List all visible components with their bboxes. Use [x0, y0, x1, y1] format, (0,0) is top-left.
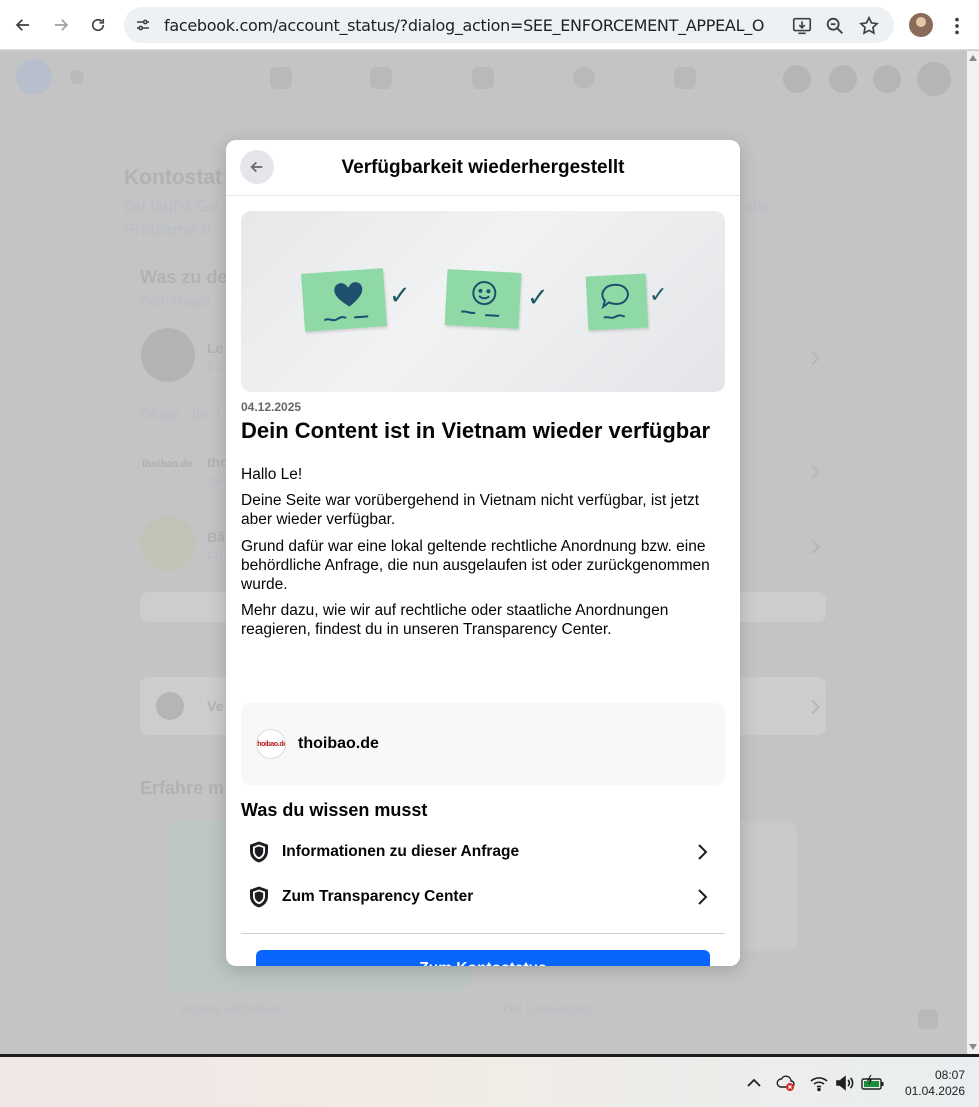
link-label: Informationen zu dieser Anfrage [282, 843, 520, 860]
zoom-icon[interactable] [824, 15, 846, 37]
clock-time: 08:07 [934, 1068, 965, 1082]
bg-caption-right: Die Umsetzung [503, 1001, 592, 1016]
bg-chevron-3 [805, 539, 821, 555]
bg-subtitle-right: alle [744, 197, 771, 216]
url-text[interactable]: facebook.com/account_status/?dialog_acti… [164, 16, 764, 35]
link-transparency-center[interactable]: Zum Transparency Center [241, 877, 725, 917]
cloud-error-icon[interactable] [776, 1074, 796, 1092]
page-logo: thoibao.de [256, 729, 286, 759]
notice-paragraph-1: Deine Seite war vorübergehend in Vietnam… [241, 492, 700, 528]
bg-learn-title: Erfahre m [140, 778, 225, 798]
clock-date: 01.04.2026 [904, 1084, 965, 1098]
dialog-title: Verfügbarkeit wiederhergestellt [341, 157, 625, 178]
compose-icon [918, 1009, 938, 1029]
appeal-outcome-dialog: Verfügbarkeit wiederhergestellt ✓ ✓ ✓ 04… [226, 140, 740, 966]
notice-paragraph-3: Mehr dazu, wie wir auf rechtliche oder s… [241, 602, 669, 638]
shield-icon [250, 841, 268, 863]
sticky-note-speech [585, 273, 649, 331]
battery-icon[interactable] [861, 1074, 885, 1092]
forward-arrow-icon[interactable] [45, 9, 77, 41]
divider [241, 933, 725, 934]
bg-avatar-1 [141, 328, 195, 382]
chevron-up-icon[interactable] [744, 1074, 764, 1092]
bg-section-sub: Dein Haupt [140, 293, 211, 309]
bg-caption-left: Unsere Richtlinien [180, 1001, 286, 1016]
shield-icon [250, 886, 268, 908]
arrow-left-icon [250, 161, 263, 173]
bookmark-star-icon[interactable] [858, 15, 880, 37]
bg-chevron-2 [805, 464, 821, 480]
volume-icon[interactable] [835, 1074, 855, 1092]
dialog-header: Verfügbarkeit wiederhergestellt [226, 140, 740, 196]
page-scrollbar[interactable] [967, 51, 979, 1054]
sticky-note-heart [301, 268, 387, 332]
sticky-note-smiley [444, 269, 522, 329]
more-menu-icon[interactable] [946, 15, 968, 37]
search-icon [70, 70, 84, 84]
page-name: thoibao.de [298, 735, 379, 752]
bg-subtitle-2: Probleme b [124, 220, 211, 239]
notice-paragraph-2: Grund dafür war eine lokal geltende rech… [241, 538, 710, 593]
gaming-icon [674, 67, 696, 89]
bg-page-title: Kontostat [124, 166, 222, 189]
home-icon [270, 67, 292, 89]
check-icon-1: ✓ [389, 281, 411, 311]
back-arrow-icon[interactable] [7, 9, 39, 41]
browser-toolbar: facebook.com/account_status/?dialog_acti… [0, 0, 979, 50]
reload-icon[interactable] [82, 9, 114, 41]
page-background: Kontostat Du läufst Ge alle Probleme b W… [0, 51, 967, 1054]
bg-row1-b: Fü [207, 360, 223, 375]
notice-date: 04.12.2025 [241, 400, 302, 414]
menu-grid-icon [783, 65, 811, 93]
site-settings-icon[interactable] [134, 16, 152, 34]
bg-row2-logo: thoibao.de [142, 459, 193, 470]
bg-row4-a: Ve [207, 698, 224, 714]
video-icon [370, 67, 392, 89]
hero-illustration: ✓ ✓ ✓ [241, 211, 725, 392]
messenger-icon [829, 65, 857, 93]
bg-clock-icon [156, 692, 184, 720]
bg-things: Dinge, die d [140, 406, 221, 423]
account-status-button[interactable]: Zum Kontostatus [256, 950, 710, 966]
section-title: Was du wissen musst [241, 800, 428, 820]
bg-row2-b: Se [207, 474, 223, 489]
chevron-right-icon [698, 844, 708, 860]
scroll-up-icon[interactable] [969, 55, 977, 61]
bg-chevron-1 [805, 350, 821, 366]
bg-row3-b: Fü [207, 549, 223, 564]
affected-page-card[interactable]: thoibao.de thoibao.de [241, 703, 725, 785]
marketplace-icon [472, 67, 494, 89]
link-request-info[interactable]: Informationen zu dieser Anfrage [241, 832, 725, 872]
bg-row3-a: Bầ [207, 529, 225, 545]
notice-heading: Dein Content ist in Vietnam wieder verfü… [241, 418, 711, 443]
check-icon-2: ✓ [527, 283, 549, 313]
link-label: Zum Transparency Center [282, 888, 474, 905]
back-button[interactable] [240, 150, 274, 184]
wifi-icon[interactable] [809, 1074, 829, 1092]
chevron-right-icon [698, 889, 708, 905]
install-icon[interactable] [791, 15, 813, 37]
bg-section-title: Was zu de [140, 267, 228, 287]
groups-icon [573, 67, 595, 89]
profile-avatar[interactable] [909, 13, 933, 37]
greeting-text: Hallo Le! [241, 466, 303, 483]
account-avatar [917, 62, 951, 96]
address-bar[interactable]: facebook.com/account_status/?dialog_acti… [124, 7, 894, 43]
check-icon-3: ✓ [649, 283, 668, 308]
facebook-logo-icon [16, 59, 52, 95]
notifications-icon [873, 65, 901, 93]
bg-avatar-3 [141, 516, 195, 570]
system-taskbar: 08:07 01.04.2026 [0, 1054, 979, 1107]
system-clock[interactable]: 08:07 01.04.2026 [895, 1067, 965, 1099]
scroll-down-icon[interactable] [969, 1044, 977, 1050]
bg-subtitle: Du läufst Ge [124, 197, 219, 216]
bg-row1-a: Le [207, 340, 224, 356]
